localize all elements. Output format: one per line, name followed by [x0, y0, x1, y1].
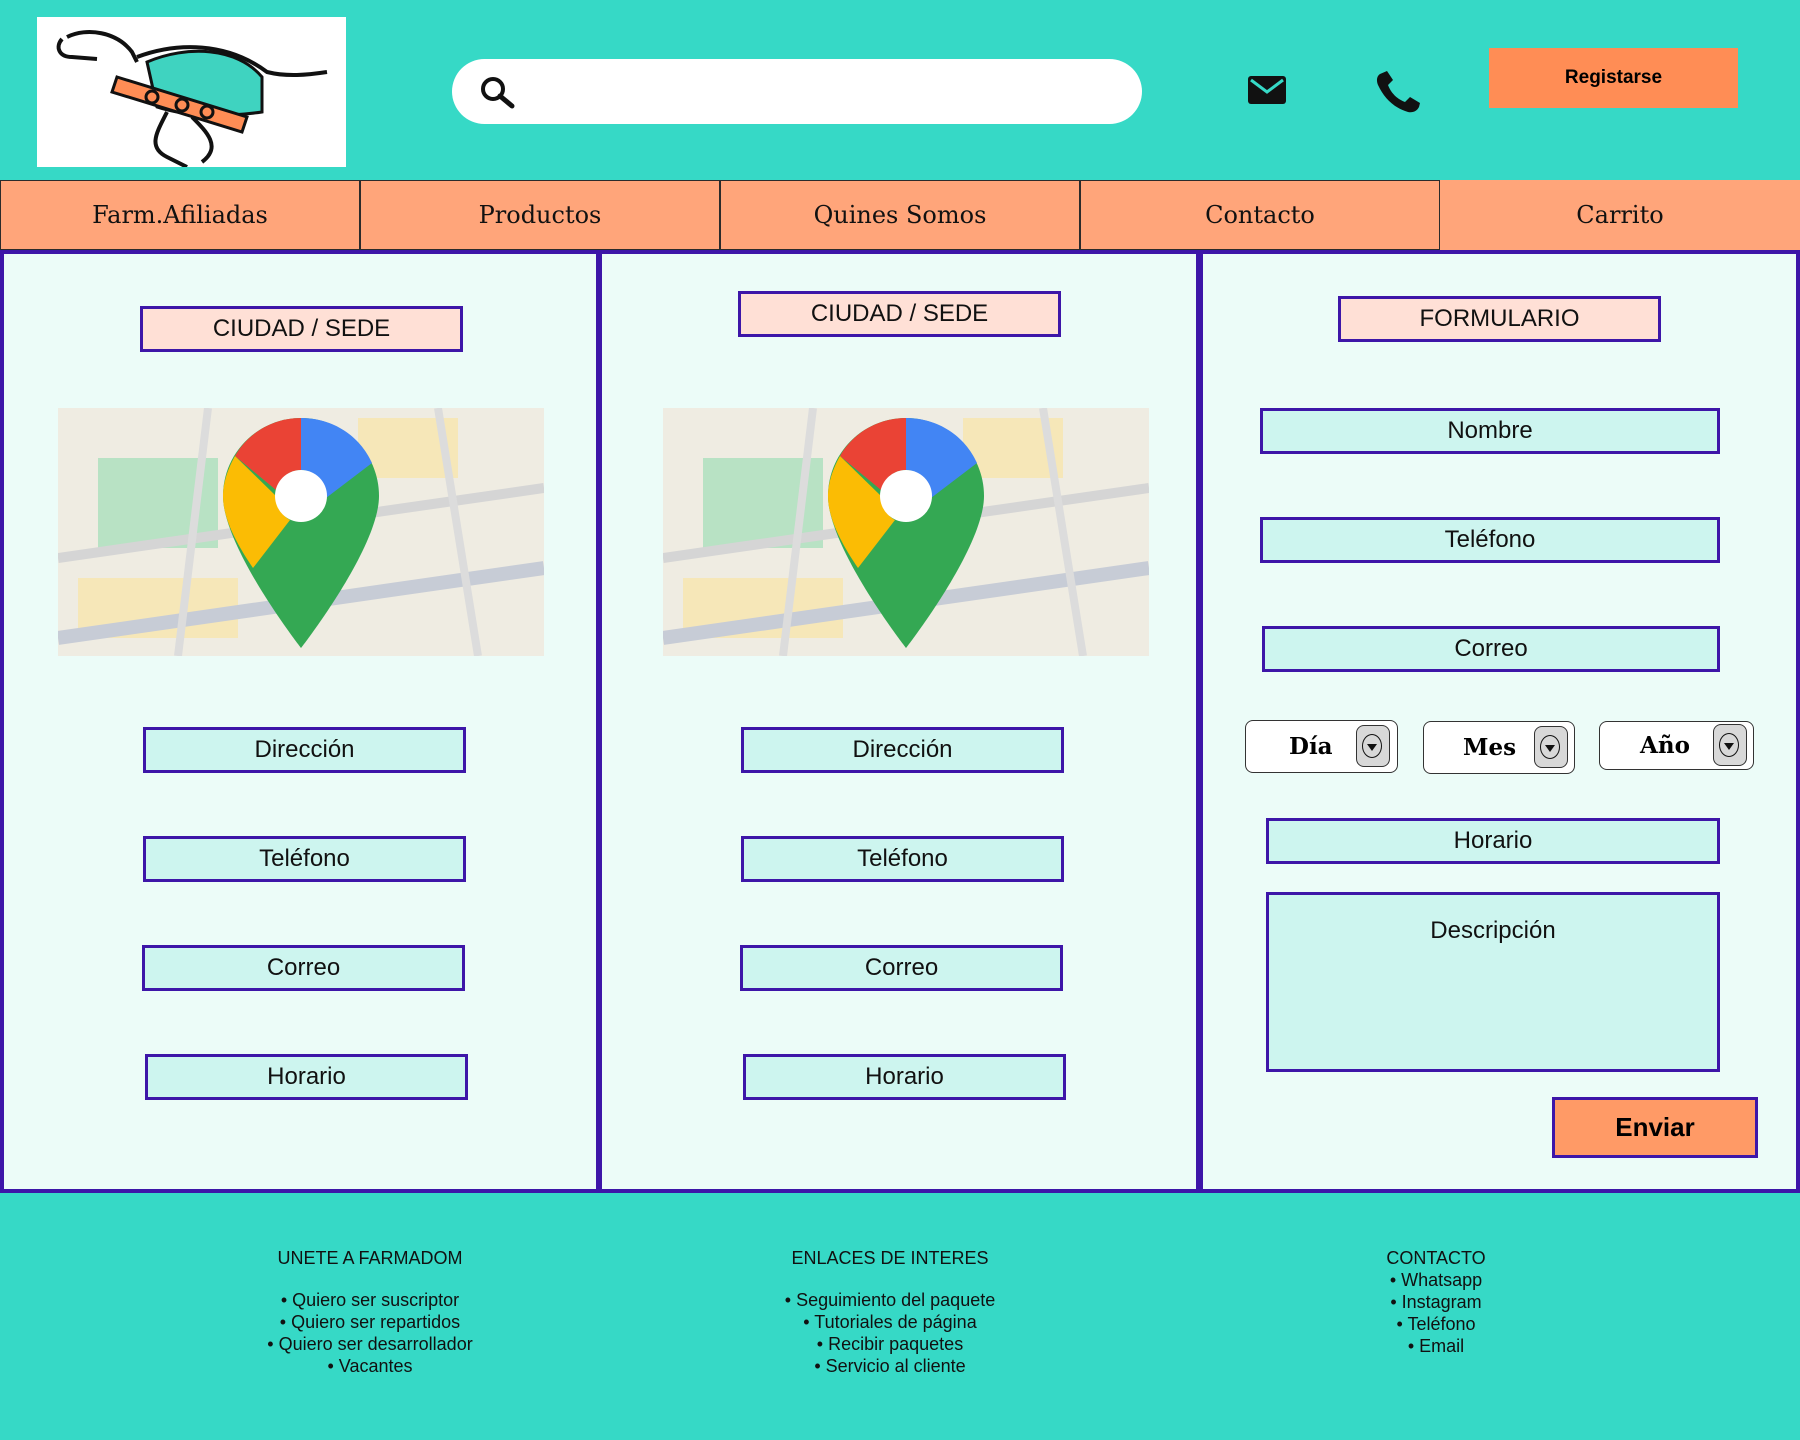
dia-select[interactable]: Día — [1245, 720, 1398, 773]
phone-icon[interactable] — [1374, 70, 1422, 114]
footer-links: ENLACES DE INTERES Seguimiento del paque… — [740, 1248, 1040, 1377]
footer-link[interactable]: Vacantes — [230, 1355, 510, 1377]
direccion-field: Dirección — [143, 727, 466, 773]
field-label: Horario — [1453, 827, 1533, 854]
field-label: Horario — [267, 1063, 346, 1090]
footer-link[interactable]: Quiero ser desarrollador — [230, 1333, 510, 1355]
footer-link[interactable]: Seguimiento del paquete — [740, 1289, 1040, 1311]
horario-input[interactable]: Horario — [1266, 818, 1720, 864]
field-label: Correo — [266, 954, 341, 981]
field-label: Nombre — [1447, 417, 1533, 444]
sede-title: CIUDAD / SEDE — [140, 306, 463, 352]
horario-field: Horario — [145, 1054, 468, 1100]
field-label: Horario — [865, 1063, 944, 1090]
nav-label: Carrito — [1576, 201, 1664, 229]
footer-contact-title: CONTACTO — [1386, 1248, 1486, 1268]
field-label: Teléfono — [857, 845, 948, 872]
footer-link[interactable]: Tutoriales de página — [740, 1311, 1040, 1333]
dog-logo[interactable] — [37, 17, 346, 169]
correo-field: Correo — [740, 945, 1063, 991]
footer-links-title: ENLACES DE INTERES — [791, 1248, 989, 1268]
select-label: Año — [1640, 732, 1690, 759]
map-image[interactable] — [663, 408, 1149, 656]
footer-join-title: UNETE A FARMADOM — [277, 1248, 463, 1268]
footer-link[interactable]: Recibir paquetes — [740, 1333, 1040, 1355]
search-icon[interactable] — [478, 75, 518, 109]
sede-title-text: CIUDAD / SEDE — [212, 315, 391, 342]
footer-link[interactable]: Quiero ser suscriptor — [230, 1289, 510, 1311]
nav-label: Quines Somos — [813, 201, 987, 229]
nav-carrito[interactable]: Carrito — [1440, 180, 1800, 250]
field-label: Teléfono — [259, 845, 350, 872]
nav-productos[interactable]: Productos — [360, 180, 720, 250]
mail-icon[interactable] — [1247, 75, 1287, 105]
map-image[interactable] — [58, 408, 544, 656]
field-label: Descripción — [1430, 917, 1556, 944]
sede-panel-1 — [0, 250, 600, 1193]
chevron-down-icon[interactable] — [1713, 724, 1747, 766]
field-label: Dirección — [254, 736, 355, 763]
footer-link[interactable]: Email — [1336, 1335, 1536, 1357]
field-label: Correo — [1454, 635, 1528, 662]
footer-link[interactable]: Teléfono — [1336, 1313, 1536, 1335]
footer-join: UNETE A FARMADOM Quiero ser suscriptor Q… — [230, 1248, 510, 1377]
field-label: Correo — [864, 954, 939, 981]
anio-select[interactable]: Año — [1599, 721, 1754, 770]
footer-link[interactable]: Servicio al cliente — [740, 1355, 1040, 1377]
send-button[interactable]: Enviar — [1552, 1097, 1758, 1158]
nav-label: Productos — [478, 201, 602, 229]
sede-title-text: CIUDAD / SEDE — [810, 300, 989, 327]
chevron-down-icon[interactable] — [1534, 726, 1568, 768]
register-button[interactable]: Registarse — [1489, 48, 1738, 108]
field-label: Dirección — [852, 736, 953, 763]
register-label: Registarse — [1564, 67, 1663, 88]
telefono-input[interactable]: Teléfono — [1260, 517, 1720, 563]
nav-farm-afiliadas[interactable]: Farm.Afiliadas — [0, 180, 360, 250]
nav-label: Farm.Afiliadas — [92, 201, 268, 229]
nombre-input[interactable]: Nombre — [1260, 408, 1720, 454]
form-title-text: FORMULARIO — [1419, 305, 1580, 332]
correo-input[interactable]: Correo — [1262, 626, 1720, 672]
form-title: FORMULARIO — [1338, 296, 1661, 342]
mes-select[interactable]: Mes — [1423, 721, 1575, 774]
sede-panel-2 — [598, 250, 1200, 1193]
search-input[interactable] — [452, 59, 1142, 124]
descripcion-textarea[interactable]: Descripción — [1266, 892, 1720, 1072]
nav-label: Contacto — [1205, 201, 1315, 229]
footer-link[interactable]: Instagram — [1336, 1291, 1536, 1313]
direccion-field: Dirección — [741, 727, 1064, 773]
select-label: Día — [1289, 733, 1333, 760]
footer-contact: CONTACTO Whatsapp Instagram Teléfono Ema… — [1336, 1248, 1536, 1357]
nav-contacto[interactable]: Contacto — [1080, 180, 1440, 250]
select-label: Mes — [1463, 734, 1517, 761]
send-label: Enviar — [1615, 1112, 1695, 1142]
telefono-field: Teléfono — [143, 836, 466, 882]
horario-field: Horario — [743, 1054, 1066, 1100]
nav-quienes-somos[interactable]: Quines Somos — [720, 180, 1080, 250]
telefono-field: Teléfono — [741, 836, 1064, 882]
field-label: Teléfono — [1444, 526, 1536, 553]
footer-link[interactable]: Whatsapp — [1336, 1269, 1536, 1291]
footer-link[interactable]: Quiero ser repartidos — [230, 1311, 510, 1333]
correo-field: Correo — [142, 945, 465, 991]
sede-title: CIUDAD / SEDE — [738, 291, 1061, 337]
chevron-down-icon[interactable] — [1356, 725, 1390, 767]
